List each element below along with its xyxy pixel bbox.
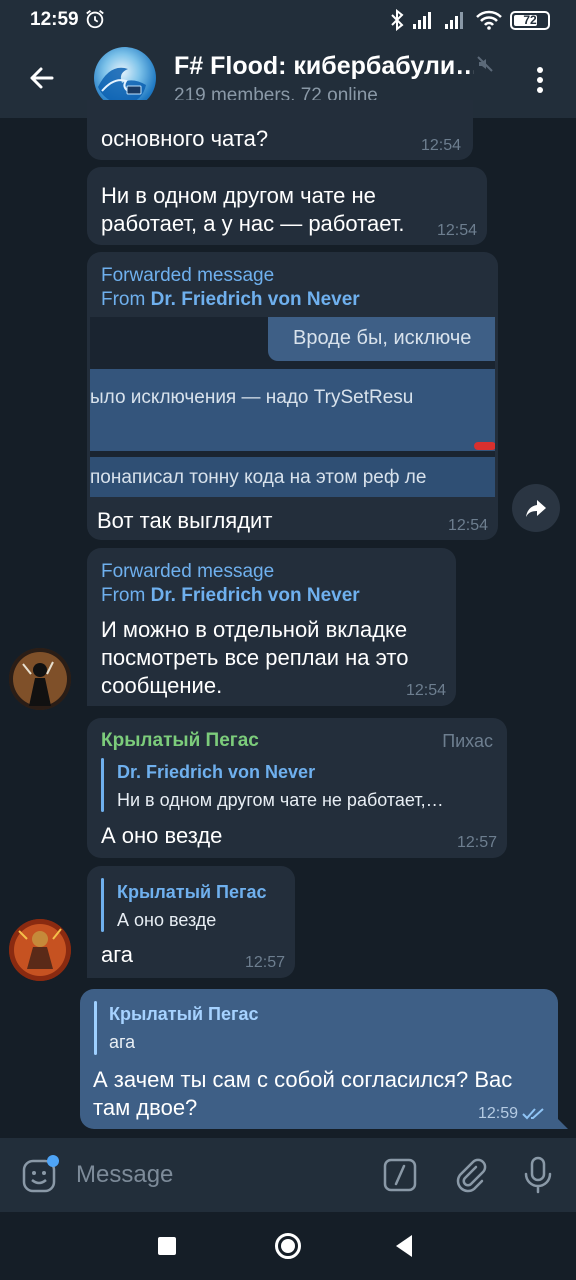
reply-message-bubble[interactable]: Крылатый Пегас А оно везде ага 12:57 xyxy=(87,866,295,978)
message-bubble[interactable]: основного чата? 12:54 xyxy=(87,100,473,160)
double-check-read-icon xyxy=(522,1108,544,1120)
message-text-line: И можно в отдельной вкладке xyxy=(101,617,408,642)
forwarded-from-prefix: From xyxy=(101,585,151,606)
bluetooth-icon xyxy=(391,9,404,31)
forwarded-label: Forwarded message xyxy=(101,265,275,286)
message-bubble[interactable]: Ни в одном другом чате не работает, а у … xyxy=(87,167,487,245)
battery-percent: 72 xyxy=(523,13,537,27)
message-text: основного чата? xyxy=(101,126,269,151)
share-button[interactable] xyxy=(512,484,560,532)
forwarded-from: From Dr. Friedrich von Never xyxy=(101,585,360,607)
reply-bar xyxy=(101,878,104,932)
reply-message-bubble[interactable]: Крылатый Пегас Пихас Dr. Friedrich von N… xyxy=(87,718,507,858)
more-vert-icon[interactable] xyxy=(524,64,556,96)
bubble-tail xyxy=(558,1119,568,1129)
forwarded-from-prefix: From xyxy=(101,289,151,310)
reply-snippet[interactable]: Ни в одном другом чате не работает,… xyxy=(117,790,497,811)
message-input[interactable] xyxy=(76,1152,366,1198)
status-bar: 12:59 72 xyxy=(0,0,576,40)
message-text-line: А зачем ты сам с собой согласился? Вас xyxy=(93,1067,513,1092)
reply-snippet[interactable]: А оно везде xyxy=(117,910,216,931)
image-middle-band xyxy=(90,369,495,451)
bot-command-icon[interactable] xyxy=(382,1157,418,1193)
reply-author[interactable]: Крылатый Пегас xyxy=(109,1004,259,1025)
reply-snippet[interactable]: ага xyxy=(109,1032,135,1053)
home-button[interactable] xyxy=(275,1233,301,1259)
image-text: ыло исключения — надо TrySetResu xyxy=(90,387,414,408)
nav-back-button[interactable] xyxy=(396,1235,412,1257)
user-avatar[interactable] xyxy=(9,919,71,981)
signal-icon xyxy=(413,12,431,29)
battery-icon: 72 xyxy=(510,10,550,30)
message-text: Вот так выглядит xyxy=(97,508,273,533)
message-time: 12:54 xyxy=(420,137,461,154)
paperclip-icon[interactable] xyxy=(452,1157,488,1193)
message-text: А оно везде xyxy=(101,823,223,848)
message-text-line: работает, а у нас — работает. xyxy=(101,211,405,236)
outgoing-message-bubble[interactable]: Крылатый Пегас ага А зачем ты сам с собо… xyxy=(80,989,558,1129)
reply-bar xyxy=(94,1001,97,1055)
alarm-icon xyxy=(86,10,104,29)
status-time: 12:59 xyxy=(30,9,79,30)
message-time: 12:54 xyxy=(436,222,477,239)
user-avatar[interactable] xyxy=(9,648,71,710)
share-icon xyxy=(526,500,546,517)
home-button-dot xyxy=(281,1239,295,1253)
forwarded-from: From Dr. Friedrich von Never xyxy=(101,289,360,311)
back-arrow-icon[interactable] xyxy=(22,58,62,98)
forwarded-label: Forwarded message xyxy=(101,561,275,582)
muted-icon xyxy=(477,56,493,72)
message-text-line: там двое? xyxy=(93,1095,198,1120)
message-text-line: Ни в одном другом чате не xyxy=(101,183,376,208)
reply-bar xyxy=(101,758,104,812)
image-red-mark xyxy=(474,442,495,450)
reply-author[interactable]: Dr. Friedrich von Never xyxy=(117,762,315,783)
image-text: понаписал тонну кода на этом реф ле xyxy=(90,467,427,488)
signal-roaming-icon xyxy=(445,12,463,29)
chat-title[interactable]: F# Flood: кибербабули… xyxy=(174,52,474,81)
message-text-line: сообщение. xyxy=(101,673,223,698)
message-time: 12:57 xyxy=(456,834,497,851)
forwarded-message-bubble[interactable]: Forwarded message From Dr. Friedrich von… xyxy=(87,548,456,706)
message-composer xyxy=(0,1138,576,1212)
message-time: 12:57 xyxy=(244,954,285,971)
forwarded-from-name[interactable]: Dr. Friedrich von Never xyxy=(151,289,360,310)
image-text: Вроде бы, исключе xyxy=(293,327,472,349)
forwarded-image[interactable]: Вроде бы, исключе ыло исключения — надо … xyxy=(90,317,495,497)
wifi-icon xyxy=(476,10,502,30)
avatar-image xyxy=(9,919,71,981)
message-time: 12:54 xyxy=(447,517,488,534)
status-icons: 72 xyxy=(390,9,550,31)
message-time: 12:54 xyxy=(405,682,446,699)
forwarded-from-name[interactable]: Dr. Friedrich von Never xyxy=(151,585,360,606)
emoji-icon[interactable] xyxy=(20,1155,60,1195)
message-text: ага xyxy=(101,942,134,967)
microphone-icon[interactable] xyxy=(520,1155,556,1195)
avatar-image xyxy=(9,648,71,710)
forwarded-message-bubble[interactable]: Forwarded message From Dr. Friedrich von… xyxy=(87,252,498,540)
message-text-line: посмотреть все реплаи на это xyxy=(101,645,409,670)
sender-admin-tag: Пихас xyxy=(442,731,493,751)
reply-author[interactable]: Крылатый Пегас xyxy=(117,882,267,903)
recents-button[interactable] xyxy=(158,1237,176,1255)
message-time: 12:59 xyxy=(477,1105,518,1122)
sender-name[interactable]: Крылатый Пегас xyxy=(101,730,259,752)
system-nav-bar xyxy=(0,1212,576,1280)
